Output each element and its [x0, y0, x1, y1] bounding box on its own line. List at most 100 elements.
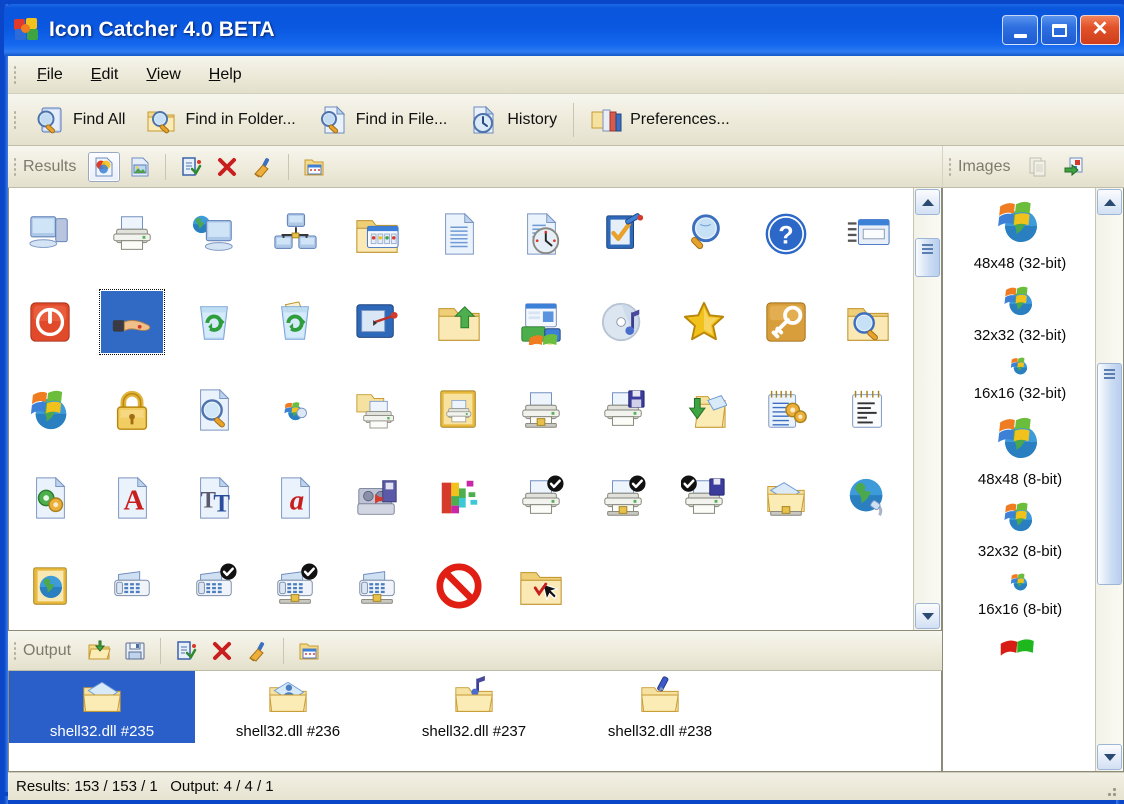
result-icon-document-gears[interactable] — [19, 467, 81, 529]
result-icon-favorites-star[interactable] — [673, 291, 735, 353]
result-icon-folder-printer-gold[interactable] — [428, 379, 490, 441]
menu-item-edit[interactable]: Edit — [77, 62, 133, 88]
result-icon-tape-backup[interactable] — [346, 467, 408, 529]
images-scroll-thumb[interactable] — [1097, 362, 1122, 585]
image-variant-item[interactable]: 16x16 (8-bit) — [943, 568, 1097, 626]
result-icon-printer-default[interactable] — [510, 467, 572, 529]
result-icon-folder-open-images[interactable] — [346, 203, 408, 265]
result-icon-hand-offer[interactable] — [98, 289, 165, 355]
menu-item-view[interactable]: View — [132, 62, 194, 88]
result-icon-fax-network[interactable] — [346, 555, 408, 617]
menu-gripper[interactable] — [13, 64, 17, 85]
output-gripper[interactable] — [13, 640, 17, 661]
copy-button[interactable] — [1022, 152, 1054, 182]
output-delete-button[interactable] — [206, 636, 238, 666]
open-folder-button[interactable] — [298, 152, 330, 182]
result-icon-notepad-text[interactable] — [837, 379, 899, 441]
output-list-area[interactable]: shell32.dll #235 shell32.dll #236 shell32.… — [8, 671, 942, 772]
results-grid-area[interactable]: ? A T T a — [8, 188, 942, 631]
result-icon-audio-cd[interactable] — [592, 291, 654, 353]
results-scroll-down-button[interactable] — [915, 603, 940, 629]
image-variant-item[interactable]: 32x32 (8-bit) — [943, 496, 1097, 568]
add-to-output-button[interactable] — [175, 152, 207, 182]
result-icon-help-question[interactable]: ? — [755, 203, 817, 265]
images-list-area[interactable]: 48x48 (32-bit) 32x32 (32-bit) 16x16 (32-bi… — [942, 188, 1124, 772]
result-icon-printer-save[interactable] — [592, 379, 654, 441]
output-folder-button[interactable] — [293, 636, 325, 666]
result-icon-folder-select-cursor[interactable] — [510, 555, 572, 617]
results-scroll-thumb[interactable] — [915, 238, 940, 277]
images-scroll-up-button[interactable] — [1097, 189, 1122, 215]
output-clear-button[interactable] — [242, 636, 274, 666]
result-icon-shutdown-power[interactable] — [19, 291, 81, 353]
result-icon-magnifier-globe[interactable] — [673, 203, 735, 265]
output-list-item[interactable]: shell32.dll #237 — [381, 671, 567, 743]
result-icon-fax-network-default[interactable] — [264, 555, 326, 617]
result-icon-printer-floppy-default[interactable] — [673, 467, 735, 529]
result-icon-printer[interactable] — [101, 203, 163, 265]
image-variant-item[interactable]: 48x48 (32-bit) — [943, 194, 1097, 280]
output-list-item[interactable]: shell32.dll #238 — [567, 671, 753, 743]
result-icon-checklist-pencil[interactable] — [592, 203, 654, 265]
title-bar[interactable]: Icon Catcher 4.0 BETA ✕ — [4, 4, 1124, 56]
result-icon-dial-up-small[interactable] — [264, 379, 326, 441]
find-in-folder-button[interactable]: Find in Folder... — [135, 100, 305, 140]
clear-button[interactable] — [247, 152, 279, 182]
images-scrollbar[interactable] — [1095, 188, 1123, 771]
result-icon-folder-search[interactable] — [837, 291, 899, 353]
output-open-button[interactable] — [83, 636, 115, 666]
output-list-item[interactable]: shell32.dll #236 — [195, 671, 381, 743]
result-icon-address-book-globe[interactable] — [19, 555, 81, 617]
result-icon-printer-network[interactable] — [510, 379, 572, 441]
output-add-button[interactable] — [170, 636, 202, 666]
result-icon-padlock-gold[interactable] — [101, 379, 163, 441]
result-icon-start-menu-programs[interactable] — [510, 291, 572, 353]
images-gripper[interactable] — [948, 156, 952, 177]
result-icon-fax-default[interactable] — [183, 555, 245, 617]
image-variant-item[interactable]: 48x48 (8-bit) — [943, 410, 1097, 496]
result-icon-defrag-blocks[interactable] — [428, 467, 490, 529]
result-icon-document-italic-a[interactable]: a — [264, 467, 326, 529]
images-scroll-down-button[interactable] — [1097, 744, 1122, 770]
image-variant-item[interactable] — [943, 626, 1097, 687]
output-save-button[interactable] — [119, 636, 151, 666]
result-icon-my-computer[interactable] — [19, 203, 81, 265]
result-icon-window-properties[interactable] — [837, 203, 899, 265]
result-icon-folder-mail-network[interactable] — [755, 467, 817, 529]
result-icon-folder-printer[interactable] — [346, 379, 408, 441]
results-icon-grid[interactable]: ? A T T a — [9, 188, 909, 629]
result-icon-globe-connection[interactable] — [837, 467, 899, 529]
result-icon-window-pointer[interactable] — [346, 291, 408, 353]
preferences-button[interactable]: Preferences... — [580, 100, 740, 140]
result-icon-network-workgroup[interactable] — [264, 203, 326, 265]
history-button[interactable]: History — [457, 100, 567, 140]
results-gripper[interactable] — [13, 156, 17, 177]
result-icon-document-search[interactable] — [183, 379, 245, 441]
result-icon-my-network-places[interactable] — [183, 203, 245, 265]
result-icon-fax-machine[interactable] — [101, 555, 163, 617]
resize-grip[interactable] — [1107, 784, 1121, 798]
result-icon-recycle-bin-empty[interactable] — [183, 291, 245, 353]
result-icon-recycle-bin-full[interactable] — [264, 291, 326, 353]
export-button[interactable] — [1058, 152, 1090, 182]
result-icon-windows-globe-update[interactable] — [19, 379, 81, 441]
find-all-button[interactable]: Find All — [23, 100, 135, 140]
result-icon-document-lines[interactable] — [428, 203, 490, 265]
output-list-item[interactable]: shell32.dll #235 — [9, 671, 195, 743]
delete-button[interactable] — [211, 152, 243, 182]
images-list[interactable]: 48x48 (32-bit) 32x32 (32-bit) 16x16 (32-bi… — [943, 188, 1097, 687]
image-variant-item[interactable]: 32x32 (32-bit) — [943, 280, 1097, 352]
minimize-button[interactable] — [1002, 15, 1038, 45]
results-scrollbar[interactable] — [913, 188, 941, 630]
results-scroll-up-button[interactable] — [915, 189, 940, 215]
result-icon-printer-network-default[interactable] — [592, 467, 654, 529]
result-icon-font-truetype[interactable]: TT — [183, 467, 245, 529]
toolbar-gripper[interactable] — [13, 109, 17, 130]
maximize-button[interactable] — [1041, 15, 1077, 45]
close-button[interactable]: ✕ — [1080, 15, 1120, 45]
menu-item-help[interactable]: Help — [195, 62, 256, 88]
view-images-button[interactable] — [124, 152, 156, 182]
image-variant-item[interactable]: 16x16 (32-bit) — [943, 352, 1097, 410]
result-icon-folder-download[interactable] — [673, 379, 735, 441]
result-icon-folder-green-arrow[interactable] — [428, 291, 490, 353]
